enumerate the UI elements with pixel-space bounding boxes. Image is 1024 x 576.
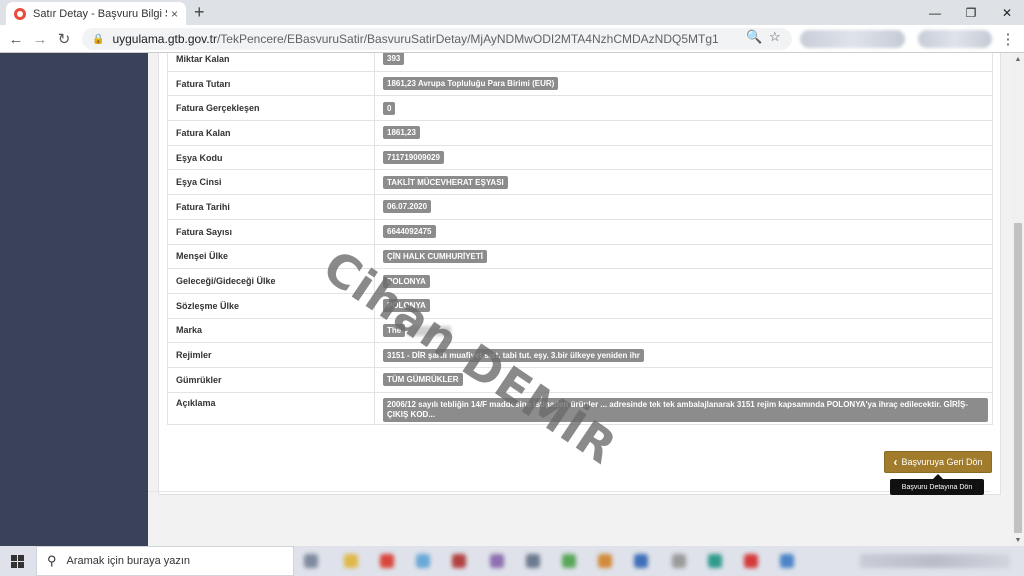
row-label: Fatura Tutarı — [167, 70, 375, 97]
taskbar-app-icon[interactable] — [598, 554, 612, 568]
extension-icons[interactable] — [800, 30, 905, 48]
taskbar-app-icon[interactable] — [708, 554, 722, 568]
page-scrollbar[interactable]: ▲ ▼ — [1012, 53, 1024, 546]
row-label: Açıklama — [167, 391, 375, 425]
table-row: Fatura Kalan 1861,23 — [167, 120, 993, 146]
row-label: Miktar Kalan — [167, 53, 375, 72]
table-row: Eşya Kodu 711719009029 — [167, 144, 993, 171]
close-window-icon[interactable]: ✕ — [990, 0, 1024, 25]
row-label: Marka — [167, 317, 375, 344]
table-row: Miktar Kalan 393 — [167, 53, 993, 72]
taskbar-app-icon[interactable] — [526, 554, 540, 568]
row-label: Fatura Kalan — [167, 120, 375, 146]
system-tray[interactable] — [860, 554, 1010, 568]
taskbar-app-icon[interactable] — [344, 554, 358, 568]
row-value: 1861,23 Avrupa Topluluğu Para Birimi (EU… — [383, 77, 559, 91]
scroll-up-icon[interactable]: ▲ — [1012, 53, 1024, 65]
scroll-down-icon[interactable]: ▼ — [1012, 534, 1024, 546]
row-label: Rejimler — [167, 342, 375, 368]
maximize-icon[interactable]: ❐ — [954, 0, 988, 25]
back-button-label: Başvuruya Geri Dön — [901, 457, 983, 467]
taskbar-search-box[interactable]: ⚲ Aramak için buraya yazın — [36, 546, 294, 576]
panel-divider — [148, 491, 991, 492]
row-label: Eşya Kodu — [167, 144, 375, 171]
row-value: 2006/12 sayılı tebliğin 14/F maddesine i… — [383, 397, 988, 422]
new-tab-button[interactable]: + — [194, 2, 205, 22]
row-value: 0 — [383, 101, 396, 115]
taskbar-app-icon[interactable] — [634, 554, 648, 568]
windows-start-icon[interactable] — [11, 555, 24, 568]
scrollbar-thumb[interactable] — [1014, 223, 1022, 533]
table-row: Fatura Sayısı 6644092475 — [167, 218, 993, 245]
table-row: Marka The — [167, 317, 993, 344]
screen: Satır Detay - Başvuru Bilgi Sistem × + —… — [0, 0, 1024, 576]
table-row: Fatura Gerçekleşen 0 — [167, 95, 993, 122]
browser-toolbar: ← → ↻ 🔒 uygulama.gtb.gov.tr/TekPencere/E… — [0, 25, 1024, 53]
back-to-application-button[interactable]: ‹ Başvuruya Geri Dön — [884, 451, 992, 473]
row-value: ÇİN HALK CUMHURİYETİ — [383, 249, 487, 263]
back-button-tooltip: Başvuru Detayına Dön — [890, 474, 984, 495]
row-value: 393 — [383, 53, 405, 66]
table-row: Gümrükler TÜM GÜMRÜKLER — [167, 366, 993, 393]
browser-tab[interactable]: Satır Detay - Başvuru Bilgi Sistem × — [6, 2, 186, 25]
forward-arrow-icon[interactable]: → — [30, 29, 50, 49]
row-value: 711719009029 — [383, 151, 444, 165]
row-label: Fatura Gerçekleşen — [167, 95, 375, 122]
row-value: 06.07.2020 — [383, 200, 432, 214]
taskbar-app-icon[interactable] — [380, 554, 394, 568]
main-content: Miktar Kalan 393 Fatura Tutarı 1861,23 Avr… — [148, 53, 1012, 546]
row-label: Gümrükler — [167, 366, 375, 393]
zoom-icon[interactable]: 🔍 — [746, 29, 762, 45]
address-bar[interactable]: 🔒 uygulama.gtb.gov.tr/TekPencere/EBasvur… — [82, 28, 792, 50]
windows-taskbar: ⚲ Aramak için buraya yazın — [0, 546, 1024, 576]
taskbar-app-icon[interactable] — [744, 554, 758, 568]
browser-tab-bar: Satır Detay - Başvuru Bilgi Sistem × + —… — [0, 0, 1024, 25]
reload-icon[interactable]: ↻ — [54, 29, 74, 49]
taskbar-app-icon[interactable] — [304, 554, 318, 568]
chevron-left-icon: ‹ — [893, 455, 898, 469]
detail-table: Miktar Kalan 393 Fatura Tutarı 1861,23 Avr… — [167, 53, 993, 425]
sidebar — [0, 53, 148, 546]
row-value: 6644092475 — [383, 225, 436, 239]
table-row: Rejimler 3151 - DİR şartlı muafiyet sist.… — [167, 342, 993, 368]
search-icon: ⚲ — [47, 553, 57, 568]
taskbar-app-icon[interactable] — [490, 554, 504, 568]
url-path: /TekPencere/EBasvuruSatir/BasvuruSatirDe… — [216, 32, 719, 46]
table-row: Fatura Tarihi 06.07.2020 — [167, 194, 993, 220]
taskbar-app-icon[interactable] — [562, 554, 576, 568]
table-row: Sözleşme Ülke POLONYA — [167, 292, 993, 319]
table-row: Eşya Cinsi TAKLİT MÜCEVHERAT EŞYASI — [167, 169, 993, 196]
back-arrow-icon[interactable]: ← — [6, 29, 26, 49]
row-label: Eşya Cinsi — [167, 169, 375, 196]
tab-title: Satır Detay - Başvuru Bilgi Sistem — [33, 7, 167, 20]
taskbar-app-icon[interactable] — [416, 554, 430, 568]
taskbar-app-icon[interactable] — [452, 554, 466, 568]
site-favicon-icon — [14, 7, 26, 20]
lock-icon: 🔒 — [92, 33, 105, 45]
row-label: Fatura Tarihi — [167, 194, 375, 220]
table-row: Geleceği/Gideceği Ülke POLONYA — [167, 268, 993, 294]
menu-icon[interactable]: ⋮ — [998, 29, 1018, 49]
taskbar-app-icon[interactable] — [672, 554, 686, 568]
url-host: uygulama.gtb.gov.tr — [112, 32, 217, 46]
taskbar-app-icon[interactable] — [780, 554, 794, 568]
taskbar-search-placeholder: Aramak için buraya yazın — [66, 555, 191, 567]
star-icon[interactable]: ☆ — [769, 29, 781, 45]
minimize-icon[interactable]: — — [918, 0, 952, 25]
profile-avatar[interactable] — [918, 30, 992, 48]
tab-close-icon[interactable]: × — [171, 7, 178, 21]
row-value: 1861,23 — [383, 126, 420, 140]
table-row: Fatura Tutarı 1861,23 Avrupa Topluluğu Pa… — [167, 70, 993, 97]
row-value: TAKLİT MÜCEVHERAT EŞYASI — [383, 175, 508, 189]
